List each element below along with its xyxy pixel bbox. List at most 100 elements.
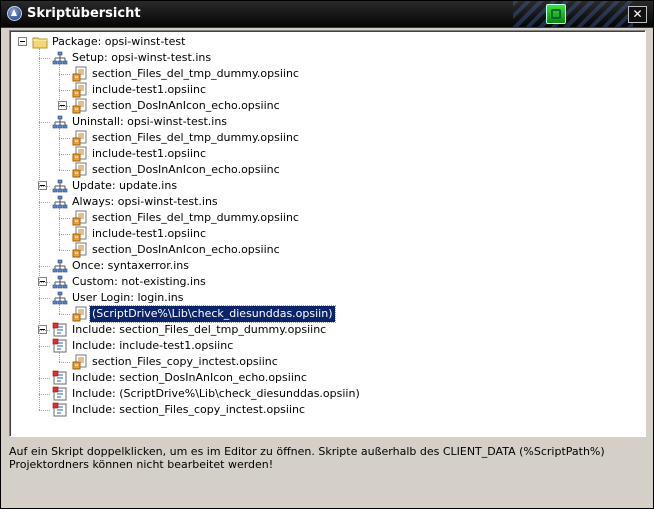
tree-item-label[interactable]: section_Files_del_tmp_dummy.opsiinc [90,66,301,82]
script-file-icon [72,146,88,162]
tree-node[interactable]: Update: update.ins [10,178,640,194]
script-file-icon [72,66,88,82]
tree-item-label[interactable]: Uninstall: opsi-winst-test.ins [70,114,229,130]
tree-connector [59,128,60,170]
tree-item-label[interactable]: Include: section_Files_copy_inctest.opsi… [70,402,307,418]
tree-connector [39,330,50,331]
tree-connector [59,362,70,363]
tree-connector [39,298,50,299]
tree-connector [59,218,70,219]
tree-item-label[interactable]: include-test1.opsiinc [90,146,208,162]
include-file-icon [52,322,68,338]
section-tree-icon [52,290,68,306]
tree-connector [39,58,50,59]
tree-node[interactable]: User Login: login.ins [10,290,640,306]
status-hint: Auf ein Skript doppelklicken, um es im E… [9,445,605,471]
script-file-icon [72,226,88,242]
tree-node[interactable]: Custom: not-existing.ins [10,274,640,290]
tree-connector [59,154,70,155]
script-file-icon [72,354,88,370]
section-tree-icon [52,274,68,290]
tree-node[interactable]: Include: section_DosInAnIcon_echo.opsiin… [10,370,640,386]
tree-connector [59,314,70,315]
script-file-icon [72,82,88,98]
script-file-icon [72,306,88,322]
tree-item-label[interactable]: Include: include-test1.opsiinc [70,338,235,354]
tree-item-label[interactable]: Custom: not-existing.ins [70,274,208,290]
tree-leaf[interactable]: section_DosInAnIcon_echo.opsiinc [10,242,640,258]
tree-leaf[interactable]: section_DosInAnIcon_echo.opsiinc [10,98,640,114]
tree-connector [39,122,50,123]
window-title: Skriptübersicht [27,6,141,21]
tree-node[interactable]: Include: section_Files_copy_inctest.opsi… [10,402,640,418]
tree-node[interactable]: Include: include-test1.opsiinc [10,338,640,354]
tree-item-label[interactable]: section_Files_del_tmp_dummy.opsiinc [90,210,301,226]
title-bar[interactable]: Skriptübersicht ✕ [1,1,653,28]
tree-node[interactable]: Include: (ScriptDrive%\Lib\check_diesund… [10,386,640,402]
tree-leaf[interactable]: section_Files_del_tmp_dummy.opsiinc [10,210,640,226]
tree-connector [39,282,50,283]
tree-node[interactable]: Always: opsi-winst-test.ins [10,194,640,210]
tree-leaf[interactable]: section_Files_del_tmp_dummy.opsiinc [10,66,640,82]
titlebar-decoration [513,1,633,27]
tree-connector [59,64,60,106]
tree-node[interactable]: Once: syntaxerror.ins [10,258,640,274]
tree-item-label[interactable]: section_DosInAnIcon_echo.opsiinc [90,162,282,178]
tree-item-label[interactable]: section_Files_del_tmp_dummy.opsiinc [90,130,301,146]
tree-item-label[interactable]: Package: opsi-winst-test [50,34,187,50]
tree-connector [39,266,50,267]
script-file-icon [72,210,88,226]
tree-root[interactable]: Package: opsi-winst-test [10,34,640,50]
section-tree-icon [52,194,68,210]
tree-connector [39,410,50,411]
section-tree-icon [52,178,68,194]
tree-connector [59,352,60,362]
tree-item-label[interactable]: Include: section_DosInAnIcon_echo.opsiin… [70,370,309,386]
tree-item-label[interactable]: section_DosInAnIcon_echo.opsiinc [90,98,282,114]
tree-item-label[interactable]: Always: opsi-winst-test.ins [70,194,220,210]
script-file-icon [72,130,88,146]
script-file-icon [72,242,88,258]
include-file-icon [52,386,68,402]
tree-leaf[interactable]: include-test1.opsiinc [10,146,640,162]
tree-connector [59,234,70,235]
tree-leaf[interactable]: section_DosInAnIcon_echo.opsiinc [10,162,640,178]
tree-node[interactable]: Include: section_Files_del_tmp_dummy.ops… [10,322,640,338]
tree-connector [59,208,60,250]
skin-icon[interactable] [546,4,566,24]
tree-item-label[interactable]: include-test1.opsiinc [90,226,208,242]
tree-connector [59,90,70,91]
collapse-toggle[interactable] [18,37,27,46]
tree-connector [39,346,50,347]
include-file-icon [52,370,68,386]
script-overview-window: Skriptübersicht ✕ Package: opsi-winst-te… [0,0,654,509]
tree-connector [39,394,50,395]
include-file-icon [52,338,68,354]
tree-connector [59,74,70,75]
section-tree-icon [52,258,68,274]
tree-item-label[interactable]: Once: syntaxerror.ins [70,258,191,274]
tree-item-label[interactable]: Setup: opsi-winst-test.ins [70,50,213,66]
section-tree-icon [52,114,68,130]
tree-item-label[interactable]: section_Files_copy_inctest.opsiinc [90,354,280,370]
tree-leaf[interactable]: (ScriptDrive%\Lib\check_diesunddas.opsii… [10,305,640,323]
tree-leaf[interactable]: include-test1.opsiinc [10,226,640,242]
tree-connector [39,202,50,203]
tree-connector [59,138,70,139]
tree-item-label[interactable]: Include: (ScriptDrive%\Lib\check_diesund… [70,386,362,402]
tree-item-label[interactable]: Include: section_Files_del_tmp_dummy.ops… [70,322,328,338]
include-file-icon [52,402,68,418]
close-button[interactable]: ✕ [628,6,647,23]
tree-item-label[interactable]: User Login: login.ins [70,290,186,306]
tree-item-label[interactable]: include-test1.opsiinc [90,82,208,98]
tree-item-label[interactable]: section_DosInAnIcon_echo.opsiinc [90,242,282,258]
tree-item-label-selected[interactable]: (ScriptDrive%\Lib\check_diesunddas.opsii… [89,305,336,323]
app-icon [7,6,22,21]
tree-leaf[interactable]: section_Files_del_tmp_dummy.opsiinc [10,130,640,146]
tree-leaf[interactable]: include-test1.opsiinc [10,82,640,98]
tree-node[interactable]: Uninstall: opsi-winst-test.ins [10,114,640,130]
tree-leaf[interactable]: section_Files_copy_inctest.opsiinc [10,354,640,370]
tree-node[interactable]: Setup: opsi-winst-test.ins [10,50,640,66]
tree-item-label[interactable]: Update: update.ins [70,178,179,194]
script-tree[interactable]: Package: opsi-winst-test Setup: opsi-wins… [9,30,646,437]
